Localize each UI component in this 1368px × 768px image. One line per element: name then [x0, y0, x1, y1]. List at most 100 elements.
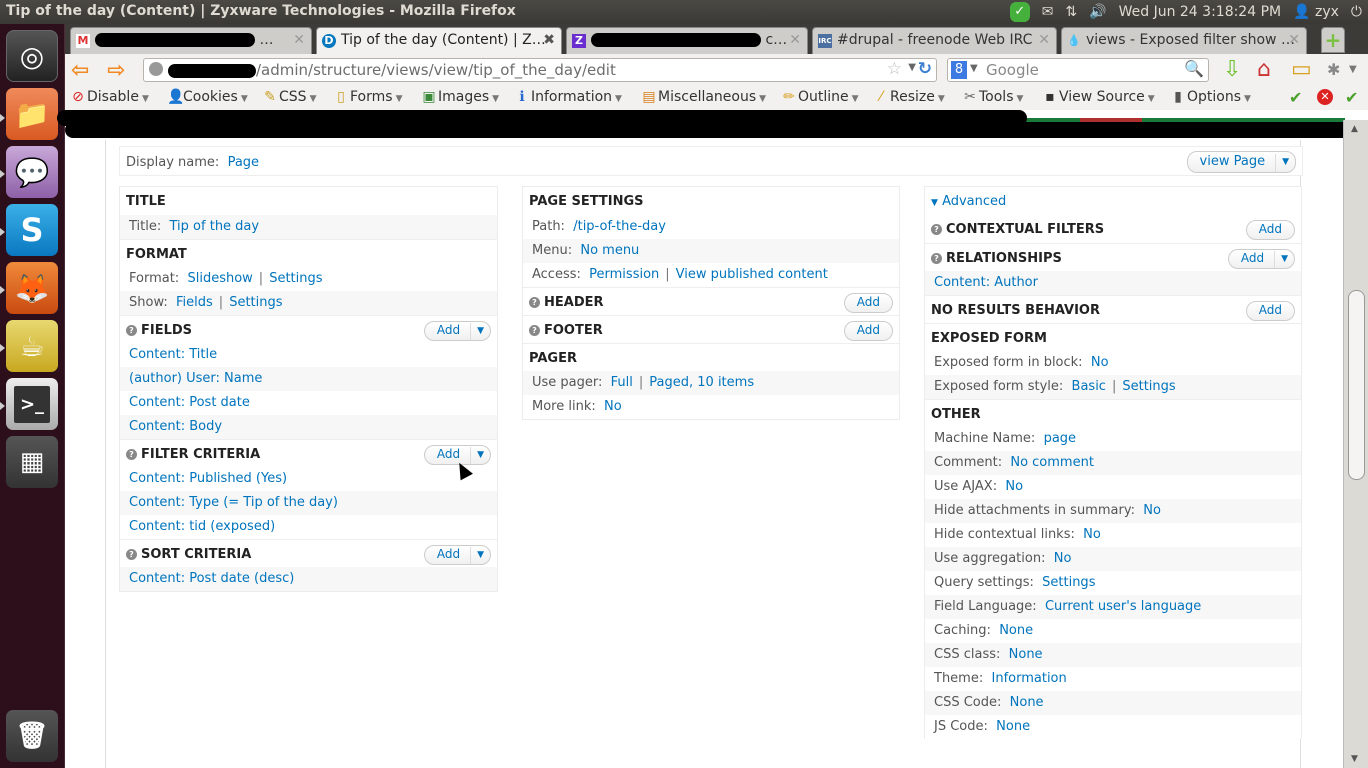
setting-value-link[interactable]: Current user's language	[1045, 599, 1201, 614]
workspace-switcher-icon[interactable]: ▦	[6, 436, 58, 488]
display-name-link[interactable]: Page	[228, 155, 259, 170]
new-tab-button[interactable]: +	[1321, 27, 1345, 53]
skype-icon[interactable]: S	[6, 204, 58, 256]
forward-icon[interactable]: ⇨	[107, 58, 125, 83]
close-tab-icon[interactable]: ✕	[1288, 32, 1300, 48]
menu-link[interactable]: No menu	[580, 243, 639, 258]
tab-zyxware[interactable]: Z c… ✕	[566, 27, 808, 54]
setting-value-link[interactable]: No	[1083, 527, 1101, 542]
advanced-toggle[interactable]: ▼ Advanced	[925, 187, 1301, 215]
devbar-outline[interactable]: ✏ Outline ▼	[782, 89, 858, 105]
exposed-style-link[interactable]: Basic	[1072, 379, 1106, 394]
setting-value-link[interactable]: Settings	[1042, 575, 1095, 590]
close-tab-icon[interactable]: ✕	[293, 32, 305, 48]
setting-value-link[interactable]: None	[996, 719, 1030, 734]
format-settings-link[interactable]: Settings	[269, 271, 322, 286]
devbar-miscellaneous[interactable]: ▤ Miscellaneous ▼	[642, 89, 766, 105]
scroll-up-icon[interactable]: ▲	[1351, 124, 1358, 134]
help-icon[interactable]: ?	[931, 253, 942, 264]
dropdown-arrow-icon[interactable]: ▼	[470, 547, 490, 564]
setting-value-link[interactable]: No comment	[1010, 455, 1094, 470]
dropdown-arrow-icon[interactable]: ▼	[470, 323, 490, 340]
devbar-css[interactable]: ✎ CSS ▼	[263, 89, 316, 105]
sort-add-button[interactable]: Add ▼	[423, 545, 491, 565]
devbar-disable[interactable]: ⊘ Disable ▼	[71, 89, 149, 105]
setting-value-link[interactable]: None	[1010, 695, 1044, 710]
devbar-view-source[interactable]: ▪ View Source ▼	[1043, 89, 1154, 105]
help-icon[interactable]: ?	[529, 325, 540, 336]
pager-items-link[interactable]: Paged, 10 items	[649, 375, 754, 390]
dropdown-arrow-icon[interactable]: ▼	[1274, 251, 1294, 268]
show-settings-link[interactable]: Settings	[229, 295, 282, 310]
devbar-resize[interactable]: ⁄ Resize ▼	[874, 89, 945, 105]
files-icon[interactable]: 📁	[6, 88, 58, 140]
site-identity-icon[interactable]	[149, 62, 163, 76]
fields-add-button[interactable]: Add ▼	[423, 321, 491, 341]
exposed-style-settings-link[interactable]: Settings	[1122, 379, 1175, 394]
relationships-add-button[interactable]: Add ▼	[1227, 249, 1295, 269]
search-bar[interactable]: 8 ▼ Google 🔍	[947, 58, 1209, 82]
page-scrollbar[interactable]: ▲ ▼	[1343, 120, 1368, 768]
close-tab-icon[interactable]: ✖	[543, 32, 555, 48]
no-results-add-button[interactable]: Add	[1245, 301, 1295, 321]
setting-value-link[interactable]: No	[1143, 503, 1161, 518]
devbar-options[interactable]: ▮ Options ▼	[1171, 89, 1251, 105]
devbar-information[interactable]: ℹ Information ▼	[515, 89, 622, 105]
use-pager-link[interactable]: Full	[611, 375, 633, 390]
clock[interactable]: Wed Jun 24 3:18:24 PM	[1119, 4, 1282, 20]
help-icon[interactable]: ?	[126, 549, 137, 560]
setting-value-link[interactable]: None	[999, 623, 1033, 638]
search-icon[interactable]: 🔍	[1184, 59, 1204, 78]
google-engine-icon[interactable]: 8	[951, 61, 967, 79]
firebug-dropdown-icon[interactable]: ▼	[1349, 64, 1357, 75]
exposed-block-link[interactable]: No	[1091, 355, 1109, 370]
filter-add-button[interactable]: Add ▼	[423, 445, 491, 465]
firebug-icon[interactable]: ✱	[1327, 60, 1340, 79]
setting-value-link[interactable]: No	[1054, 551, 1072, 566]
close-tab-icon[interactable]: ✕	[1038, 32, 1050, 48]
setting-value-link[interactable]: page	[1044, 431, 1076, 446]
tab-gmail[interactable]: M … ✕	[70, 27, 312, 54]
help-icon[interactable]: ?	[126, 449, 137, 460]
home-icon[interactable]: ⌂	[1257, 57, 1271, 82]
ubuntu-dash-icon[interactable]: ◎	[6, 30, 58, 82]
teapot-icon[interactable]: ☕	[6, 320, 58, 372]
engine-dropdown-icon[interactable]: ▼	[970, 63, 978, 74]
view-page-dropdown-icon[interactable]: ▼	[1275, 154, 1295, 172]
back-icon[interactable]: ⇦	[71, 58, 89, 83]
setting-value-link[interactable]: Information	[992, 671, 1067, 686]
view-page-button[interactable]: view Page ▼	[1186, 151, 1296, 173]
dropdown-arrow-icon[interactable]: ▼	[470, 447, 490, 464]
power-icon[interactable]: ⏻	[1351, 4, 1362, 20]
help-icon[interactable]: ?	[529, 297, 540, 308]
skype-status-icon[interactable]: ✓	[1009, 2, 1030, 22]
path-link[interactable]: /tip-of-the-day	[573, 219, 666, 234]
devbar-images[interactable]: ▣ Images ▼	[422, 89, 499, 105]
access-permission-link[interactable]: View published content	[676, 267, 828, 282]
js-valid-check-icon[interactable]: ✔	[1345, 88, 1358, 107]
more-link-link[interactable]: No	[604, 399, 622, 414]
setting-value-link[interactable]: No	[1005, 479, 1023, 494]
title-link[interactable]: Tip of the day	[170, 219, 260, 234]
header-add-button[interactable]: Add	[843, 293, 893, 313]
contextual-filters-add-button[interactable]: Add	[1245, 220, 1295, 240]
close-tab-icon[interactable]: ✕	[789, 32, 801, 48]
history-dropdown-icon[interactable]: ▼	[908, 62, 916, 73]
tab-irc[interactable]: IRC #drupal - freenode Web IRC ✕	[812, 27, 1057, 54]
pidgin-icon[interactable]: 💬	[6, 146, 58, 198]
css-valid-check-icon[interactable]: ✔	[1289, 88, 1302, 107]
bookmark-star-icon[interactable]: ☆	[887, 59, 902, 79]
tab-views-exposed-filter[interactable]: 💧 views - Exposed filter show … ✕	[1061, 27, 1307, 54]
volume-icon[interactable]: 🔊	[1089, 4, 1106, 20]
terminal-icon[interactable]: >_	[6, 378, 58, 430]
scroll-down-icon[interactable]: ▼	[1351, 754, 1358, 764]
devbar-tools[interactable]: ✂ Tools ▼	[963, 89, 1023, 105]
ruler-icon[interactable]: ▭	[1291, 57, 1312, 82]
help-icon[interactable]: ?	[931, 224, 942, 235]
trash-icon[interactable]: 🗑	[6, 710, 58, 762]
footer-add-button[interactable]: Add	[843, 321, 893, 341]
downloads-icon[interactable]: ⇩	[1223, 57, 1241, 82]
devbar-cookies[interactable]: 👤Cookies ▼	[167, 89, 248, 105]
mail-icon[interactable]: ✉	[1042, 4, 1054, 20]
user-menu[interactable]: 👤 zyx	[1293, 4, 1339, 20]
